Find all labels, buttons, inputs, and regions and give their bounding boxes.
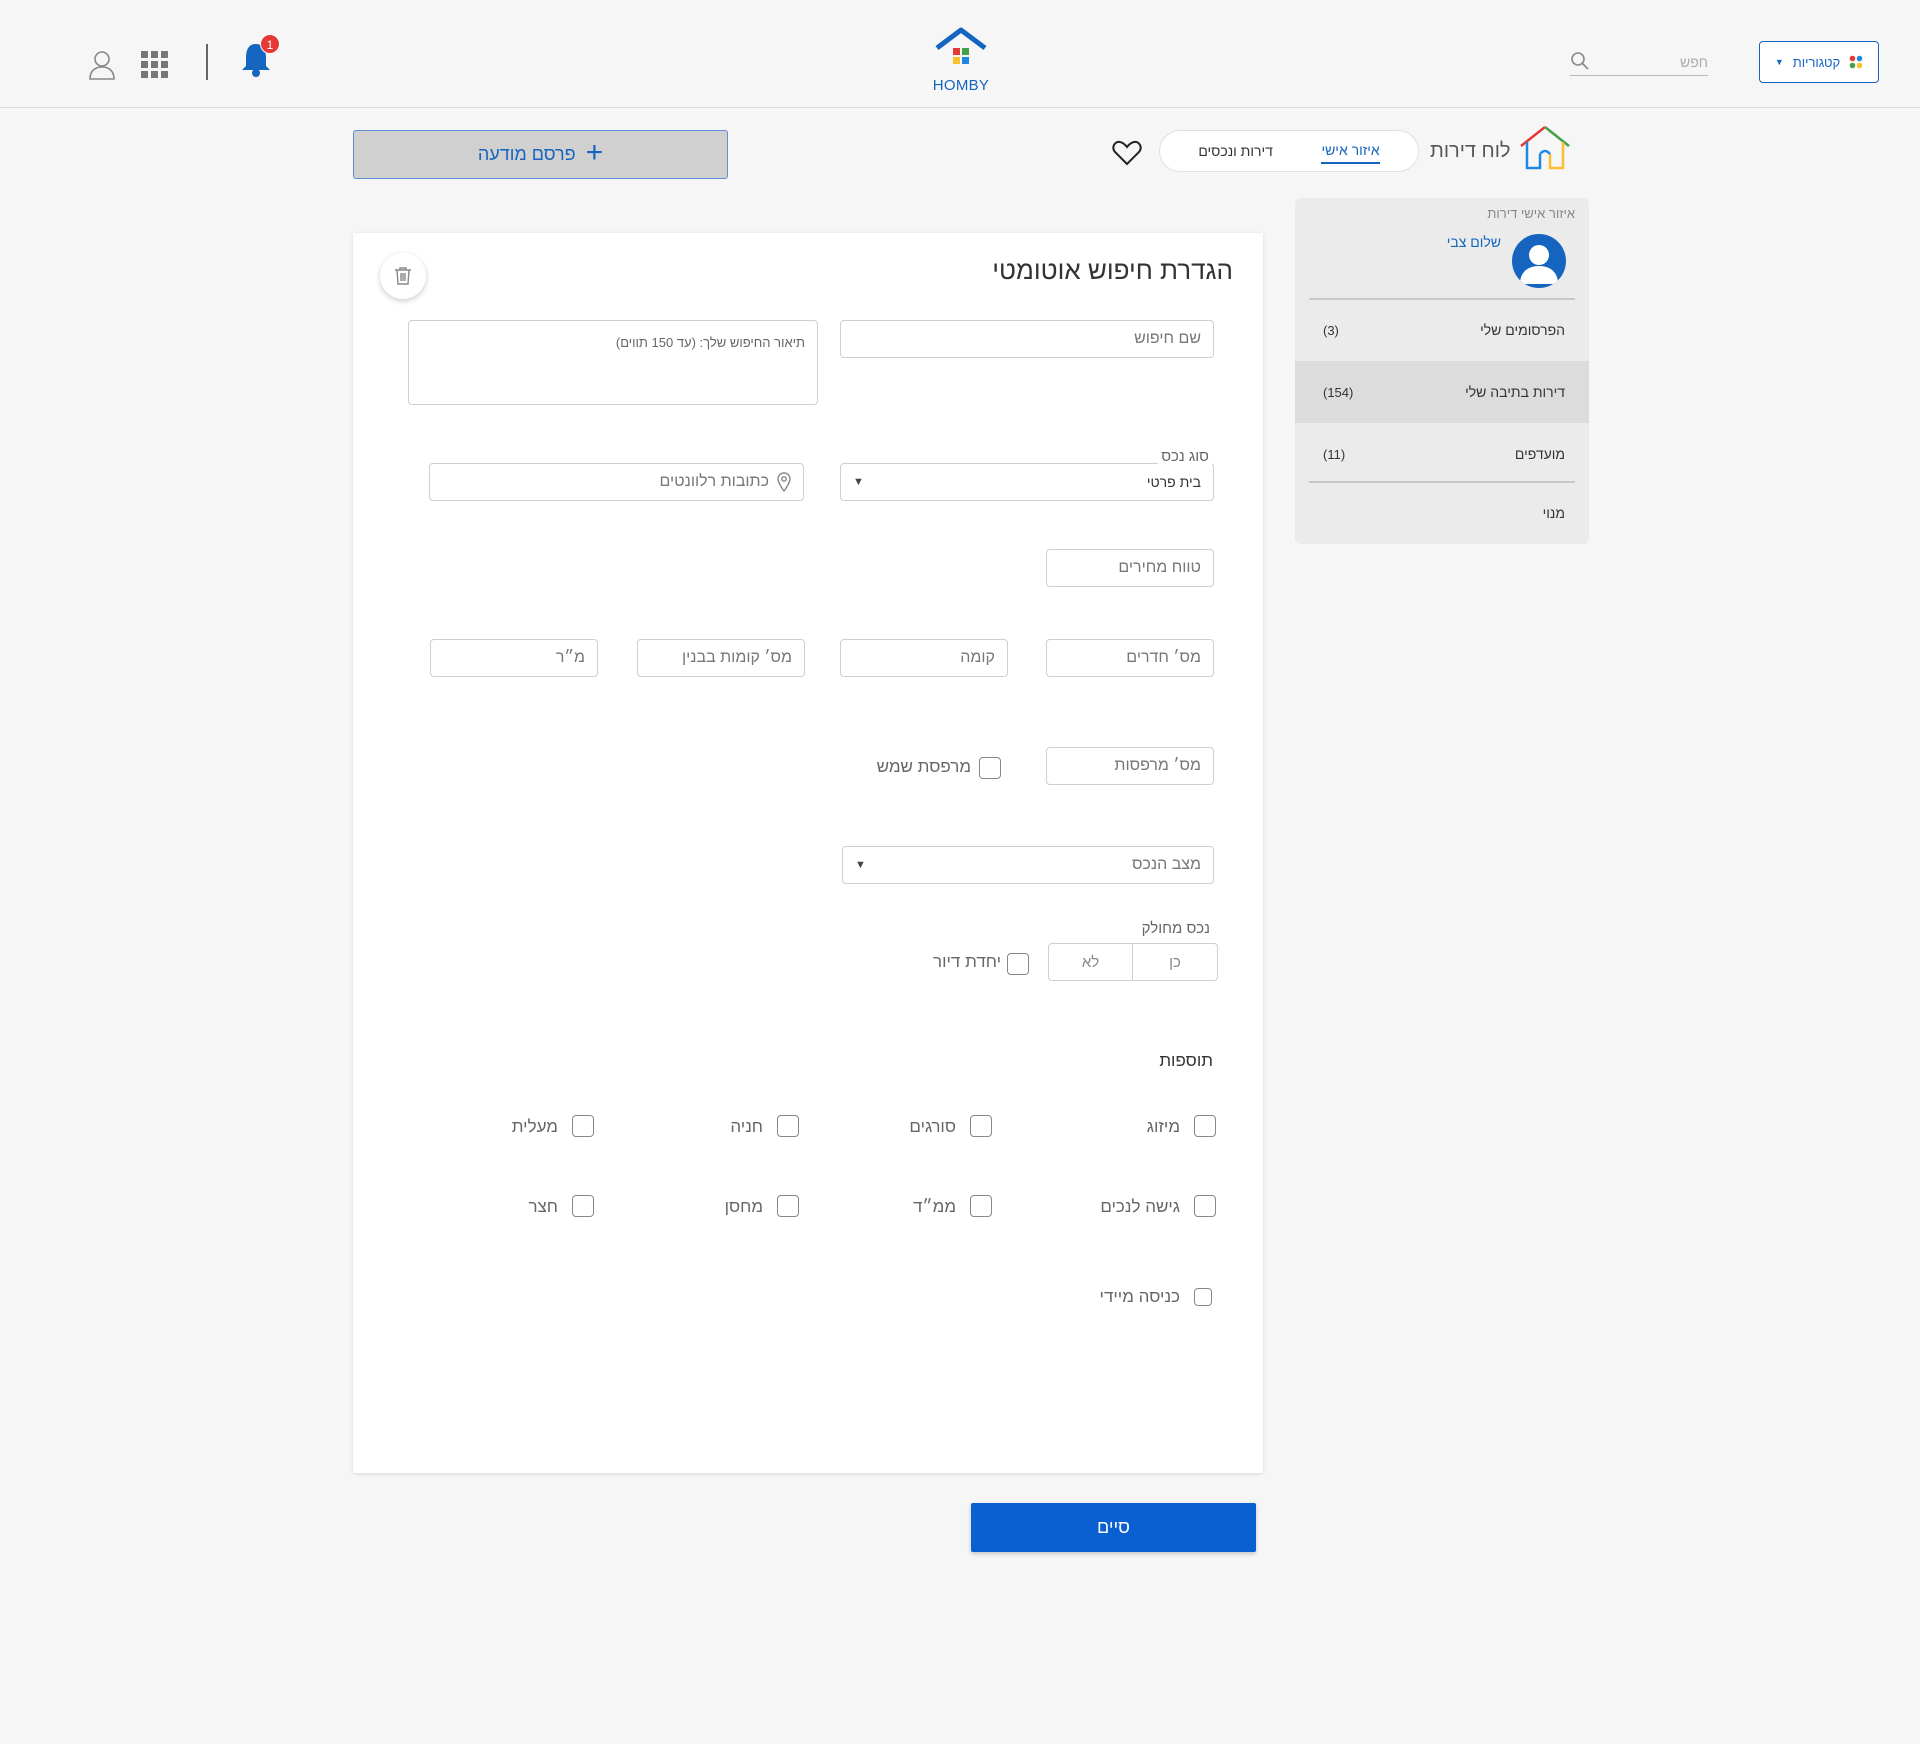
extra-immediate-entry-label: כניסה מיידי: [1099, 1287, 1180, 1306]
publish-ad-button[interactable]: + פרסם מודעה: [353, 130, 728, 179]
sidebar-item-my-posts[interactable]: הפרסומים שלי (3): [1295, 299, 1589, 361]
sidebar-item-label: מועדפים: [1514, 446, 1565, 462]
brand-title: לוח דירות: [1430, 140, 1511, 162]
balconies-field[interactable]: מס׳ מרפסות: [1046, 747, 1214, 785]
extra-bars-checkbox[interactable]: [970, 1115, 992, 1137]
section-tabs: דירות ונכסים איזור אישי: [1159, 130, 1419, 172]
property-type-select[interactable]: בית פרטי ▼: [840, 463, 1214, 501]
condition-select[interactable]: מצב הנכס ▼: [842, 846, 1214, 884]
addresses-field[interactable]: כתובות רלוונטים: [429, 463, 804, 501]
sun-balcony-checkbox[interactable]: [979, 757, 1001, 779]
extra-bars-label: סורגים: [909, 1117, 956, 1136]
sqm-placeholder: מ״ר: [555, 649, 585, 666]
extra-accessibility-label: גישה לנכים: [1100, 1197, 1180, 1216]
extras-title: תוספות: [1159, 1051, 1213, 1070]
avatar[interactable]: [1512, 234, 1566, 288]
auto-search-card: הגדרת חיפוש אוטומטי שם חיפוש תיאור החיפו…: [353, 233, 1263, 1473]
user-name[interactable]: שלום צבי: [1447, 234, 1501, 250]
trash-icon: [395, 267, 411, 285]
sidebar-item-subscription[interactable]: מנוי: [1295, 482, 1589, 544]
notification-badge: 1: [260, 34, 280, 54]
sidebar-item-count: (11): [1323, 446, 1346, 462]
divided-no-option[interactable]: לא: [1049, 944, 1133, 980]
apps-grid-icon[interactable]: [141, 51, 168, 78]
sun-balcony-label: מרפסת שמש: [876, 757, 971, 776]
price-range-placeholder: טווח מחירים: [1118, 559, 1201, 576]
categories-button[interactable]: ▼ קטגוריות: [1759, 41, 1879, 83]
extra-elevator-checkbox[interactable]: [572, 1115, 594, 1137]
categories-label: קטגוריות: [1792, 54, 1841, 70]
sidebar-item-label: דירות בתיבה שלי: [1465, 384, 1565, 400]
divided-toggle[interactable]: כן לא: [1048, 943, 1218, 981]
chevron-down-icon: ▼: [853, 476, 864, 488]
floor-placeholder: קומה: [960, 649, 995, 666]
extra-storage-label: מחסן: [724, 1197, 763, 1216]
building-floors-field[interactable]: מס׳ קומות בבנין: [637, 639, 805, 677]
rooms-placeholder: מס׳ חדרים: [1126, 649, 1201, 666]
user-icon[interactable]: [88, 49, 116, 81]
divided-label: נכס מחולק: [1138, 920, 1213, 937]
home-logo-icon: [935, 27, 987, 64]
sidebar-item-label: הפרסומים שלי: [1480, 322, 1565, 338]
heart-icon[interactable]: [1112, 140, 1142, 166]
avatar-person-icon: [1520, 245, 1558, 284]
extra-ac-checkbox[interactable]: [1194, 1115, 1216, 1137]
property-type-value: בית פרטי: [1146, 474, 1201, 490]
extra-safe-room-label: ממ״ד: [912, 1197, 956, 1216]
rooms-field[interactable]: מס׳ חדרים: [1046, 639, 1214, 677]
colorful-house-icon: [1520, 126, 1570, 170]
search-name-placeholder: שם חיפוש: [1134, 330, 1201, 347]
extra-storage-checkbox[interactable]: [777, 1195, 799, 1217]
search-bar: [1570, 50, 1708, 76]
condition-placeholder: מצב הנכס: [1132, 856, 1201, 873]
chevron-down-icon: ▼: [855, 859, 866, 871]
logo-text: HOMBY: [932, 77, 990, 94]
page-title: הגדרת חיפוש אוטומטי: [992, 255, 1233, 285]
location-pin-icon: [777, 472, 791, 492]
price-range-field[interactable]: טווח מחירים: [1046, 549, 1214, 587]
extra-safe-room-checkbox[interactable]: [970, 1195, 992, 1217]
sidebar-item-count: (154): [1323, 384, 1354, 400]
header-divider: [206, 44, 208, 80]
search-name-field[interactable]: שם חיפוש: [840, 320, 1214, 358]
chevron-down-icon: ▼: [1774, 57, 1784, 67]
balconies-placeholder: מס׳ מרפסות: [1114, 757, 1201, 774]
floor-field[interactable]: קומה: [840, 639, 1008, 677]
homby-logo[interactable]: HOMBY: [930, 26, 992, 94]
sidebar-item-label: מנוי: [1542, 505, 1565, 521]
plus-icon: +: [585, 136, 604, 169]
building-floors-placeholder: מס׳ קומות בבנין: [681, 649, 792, 666]
tab-personal-area[interactable]: איזור אישי: [1321, 142, 1380, 164]
extra-parking-checkbox[interactable]: [777, 1115, 799, 1137]
sidebar: איזור אישי דירות שלום צבי הפרסומים שלי (…: [1295, 198, 1589, 544]
description-placeholder: תיאור החיפוש שלך: (עד 150 תווים): [615, 335, 805, 350]
sidebar-item-favorites[interactable]: מועדפים (11): [1295, 423, 1589, 485]
finish-button[interactable]: סיים: [971, 1503, 1256, 1552]
categories-dots-icon: [1849, 55, 1863, 69]
extra-yard-label: חצר: [528, 1197, 558, 1216]
extra-yard-checkbox[interactable]: [572, 1195, 594, 1217]
sqm-field[interactable]: מ״ר: [430, 639, 598, 677]
extra-parking-label: חניה: [730, 1117, 763, 1136]
unit-label: יחדת דיור: [933, 952, 1001, 971]
addresses-placeholder: כתובות רלוונטים: [659, 473, 769, 490]
notifications-button[interactable]: 1: [240, 34, 280, 78]
extra-accessibility-checkbox[interactable]: [1194, 1195, 1216, 1217]
search-icon[interactable]: [1570, 51, 1590, 71]
extra-ac-label: מיזוג: [1146, 1117, 1180, 1136]
extra-immediate-entry-checkbox[interactable]: [1194, 1288, 1212, 1306]
delete-button[interactable]: [380, 253, 426, 299]
publish-ad-label: פרסם מודעה: [477, 144, 576, 164]
divided-yes-option[interactable]: כן: [1133, 944, 1217, 980]
unit-checkbox[interactable]: [1007, 953, 1029, 975]
sidebar-item-count: (3): [1323, 322, 1339, 338]
tab-properties[interactable]: דירות ונכסים: [1198, 143, 1273, 159]
sidebar-item-my-inbox[interactable]: דירות בתיבה שלי (154): [1295, 361, 1589, 423]
search-description-field[interactable]: תיאור החיפוש שלך: (עד 150 תווים): [408, 320, 818, 405]
search-input[interactable]: [1608, 50, 1708, 74]
sidebar-title: איזור אישי דירות: [1487, 206, 1575, 221]
property-type-label: סוג נכס: [1158, 448, 1212, 465]
extra-elevator-label: מעלית: [511, 1117, 558, 1136]
